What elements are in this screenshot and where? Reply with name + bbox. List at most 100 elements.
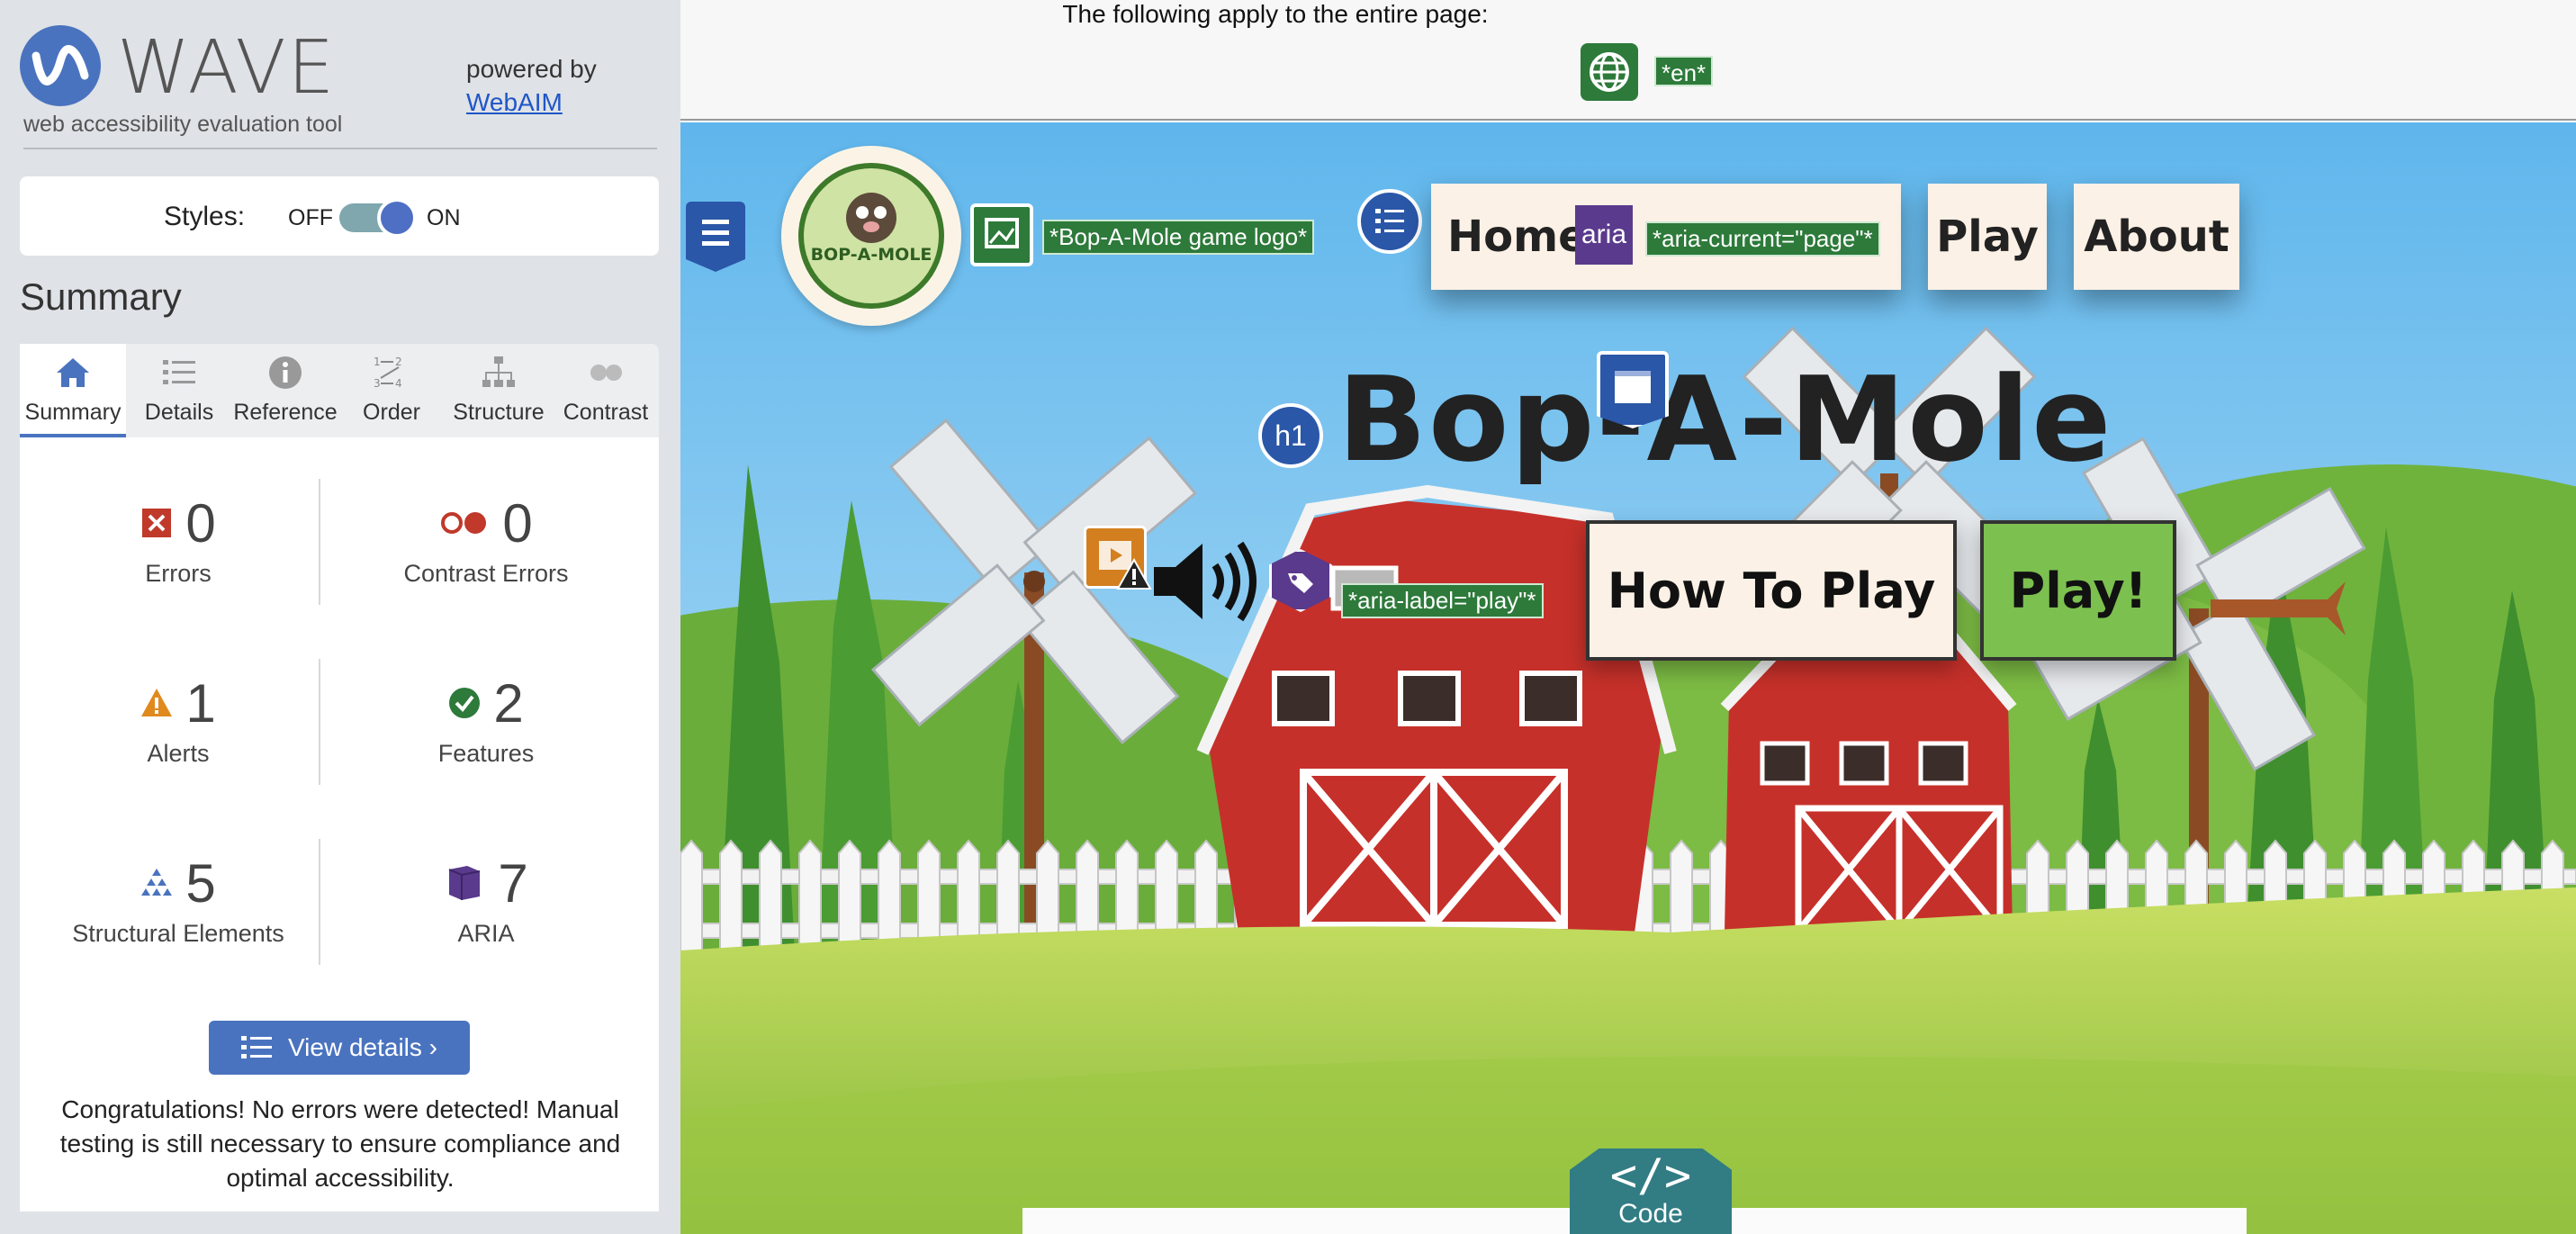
how-to-play-button[interactable]: How To Play bbox=[1586, 520, 1957, 661]
styles-on-label: ON bbox=[427, 205, 461, 230]
tab-order[interactable]: 1 2 3 4 Order bbox=[338, 344, 445, 437]
congrats-message: Congratulations! No errors were detected… bbox=[59, 1095, 621, 1192]
svg-text:1: 1 bbox=[374, 356, 381, 368]
styles-toggle-box: Styles: OFF ON bbox=[20, 176, 659, 256]
styles-toggle-switch[interactable] bbox=[339, 198, 417, 238]
contrast-errors-count: 0 bbox=[502, 492, 533, 554]
wave-tagline: web accessibility evaluation tool bbox=[23, 112, 343, 137]
divider bbox=[23, 148, 657, 149]
stat-structural[interactable]: 5 Structural Elements bbox=[34, 851, 322, 948]
h1-heading-badge[interactable]: h1 bbox=[1258, 403, 1323, 468]
wave-browser-window: WAVE web accessibility evaluation tool p… bbox=[0, 0, 2576, 1234]
nav-play-link[interactable]: Play bbox=[1928, 184, 2047, 290]
powered-by: powered by WebAIM bbox=[466, 52, 597, 119]
language-tag: *en* bbox=[1654, 56, 1714, 86]
game-page-viewport: BOP-A-MOLE *Bop-A-Mole game logo* Home a… bbox=[680, 122, 2576, 1234]
language-globe-icon[interactable] bbox=[1581, 43, 1638, 101]
main-region-icon[interactable] bbox=[1597, 351, 1669, 428]
contrast-icon bbox=[590, 365, 622, 381]
code-tab-label: Code bbox=[1618, 1199, 1683, 1229]
alert-icon bbox=[1116, 558, 1152, 590]
stat-errors[interactable]: 0 Errors bbox=[34, 491, 322, 588]
site-logo[interactable]: BOP-A-MOLE bbox=[781, 146, 961, 326]
contrast-error-icon bbox=[441, 512, 487, 534]
error-icon bbox=[142, 509, 172, 537]
aria-current-tag: *aria-current="page"* bbox=[1645, 221, 1880, 257]
page-title: Bop-A-Mole bbox=[1338, 351, 2113, 488]
tab-label: Summary bbox=[24, 400, 122, 425]
svg-text:3: 3 bbox=[374, 377, 381, 390]
tab-label: Order bbox=[363, 400, 420, 425]
stat-contrast-errors[interactable]: 0 Contrast Errors bbox=[342, 491, 630, 588]
tab-structure[interactable]: Structure bbox=[445, 344, 553, 437]
features-count: 2 bbox=[493, 672, 524, 734]
list-icon bbox=[240, 1036, 272, 1058]
styles-label: Styles: bbox=[164, 202, 246, 231]
play-button-label: Play! bbox=[2009, 562, 2148, 619]
summary-heading: Summary bbox=[20, 275, 182, 318]
webaim-link[interactable]: WebAIM bbox=[466, 88, 563, 116]
aria-label-tag: *aria-label="play"* bbox=[1341, 583, 1544, 618]
tab-label: Details bbox=[144, 400, 214, 425]
alerts-count: 1 bbox=[185, 672, 216, 734]
nav-home-label: Home bbox=[1447, 212, 1588, 262]
toggle-knob bbox=[377, 198, 417, 238]
region-icon[interactable] bbox=[686, 202, 745, 272]
view-details-button[interactable]: View details › bbox=[209, 1021, 470, 1075]
feature-check-icon bbox=[449, 688, 481, 718]
nav-about-link[interactable]: About bbox=[2074, 184, 2239, 290]
wave-brand: WAVE bbox=[117, 25, 337, 111]
view-details-label: View details › bbox=[287, 1033, 437, 1061]
code-view-tab[interactable]: </> Code bbox=[1570, 1148, 1732, 1234]
nav-about-label: About bbox=[2084, 212, 2229, 262]
notice-text: The following apply to the entire page: bbox=[1062, 0, 1489, 28]
mole-logo-icon bbox=[798, 163, 944, 309]
play-button[interactable]: Play! bbox=[1980, 520, 2176, 661]
aria-cube-icon bbox=[448, 866, 481, 900]
how-to-play-label: How To Play bbox=[1607, 562, 1936, 619]
alerts-label: Alerts bbox=[147, 740, 210, 767]
errors-label: Errors bbox=[145, 560, 212, 587]
errors-count: 0 bbox=[185, 492, 216, 554]
list-icon bbox=[163, 360, 195, 384]
logo-alt-tag: *Bop-A-Mole game logo* bbox=[1042, 220, 1315, 255]
logo-text: BOP-A-MOLE bbox=[810, 245, 932, 265]
structure-icon bbox=[141, 869, 173, 896]
aria-count: 7 bbox=[498, 852, 528, 914]
aria-label: ARIA bbox=[457, 920, 515, 947]
tab-label: Reference bbox=[233, 400, 338, 425]
svg-text:2: 2 bbox=[395, 356, 402, 368]
home-icon bbox=[57, 358, 89, 387]
panel-tabs: Summary Details Reference 1 2 3 4 Order Str… bbox=[20, 344, 659, 437]
tab-reference[interactable]: Reference bbox=[232, 344, 338, 437]
info-icon bbox=[269, 356, 302, 389]
speaker-icon[interactable] bbox=[1148, 536, 1265, 626]
wave-sidebar: WAVE web accessibility evaluation tool p… bbox=[0, 0, 680, 1234]
order-icon: 1 2 3 4 bbox=[374, 356, 402, 390]
aria-badge[interactable]: aria bbox=[1575, 205, 1633, 265]
contrast-errors-label: Contrast Errors bbox=[403, 560, 569, 587]
styles-off-label: OFF bbox=[288, 205, 333, 230]
powered-by-text: powered by bbox=[466, 55, 597, 83]
stat-features[interactable]: 2 Features bbox=[342, 671, 630, 768]
features-label: Features bbox=[437, 740, 535, 767]
barn-right bbox=[1720, 617, 2017, 934]
structural-label: Structural Elements bbox=[72, 920, 284, 947]
tab-contrast[interactable]: Contrast bbox=[553, 344, 659, 437]
navigation-icon[interactable] bbox=[1357, 189, 1422, 254]
wave-logo-icon bbox=[20, 25, 101, 106]
code-icon: </> bbox=[1609, 1149, 1692, 1202]
tab-label: Contrast bbox=[563, 400, 649, 425]
nav-play-label: Play bbox=[1936, 212, 2039, 262]
page-wide-notice: The following apply to the entire page: … bbox=[680, 0, 2576, 121]
tab-label: Structure bbox=[453, 400, 545, 425]
stat-aria[interactable]: 7 ARIA bbox=[342, 851, 630, 948]
stat-alerts[interactable]: 1 Alerts bbox=[34, 671, 322, 768]
linked-image-icon[interactable] bbox=[970, 203, 1033, 266]
svg-text:4: 4 bbox=[395, 377, 402, 390]
tab-summary[interactable]: Summary bbox=[20, 344, 126, 437]
alert-icon bbox=[141, 689, 173, 716]
structural-count: 5 bbox=[185, 852, 216, 914]
structure-icon bbox=[482, 356, 515, 387]
tab-details[interactable]: Details bbox=[126, 344, 232, 437]
